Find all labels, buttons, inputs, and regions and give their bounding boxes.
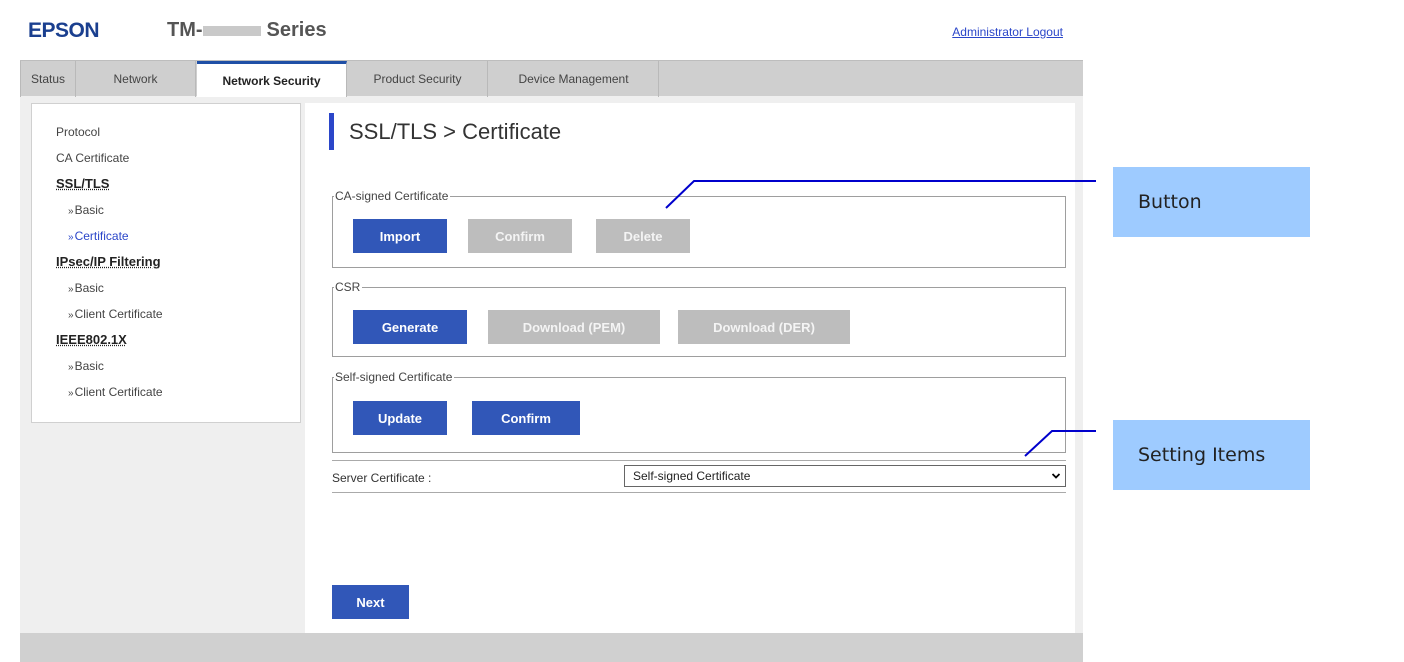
button-leader-line xyxy=(665,180,1096,209)
callout-leader-lines xyxy=(665,180,1096,457)
callout-setting-items: Setting Items xyxy=(1113,420,1310,490)
callout-button: Button xyxy=(1113,167,1310,237)
setting-items-leader-line xyxy=(1024,430,1096,457)
